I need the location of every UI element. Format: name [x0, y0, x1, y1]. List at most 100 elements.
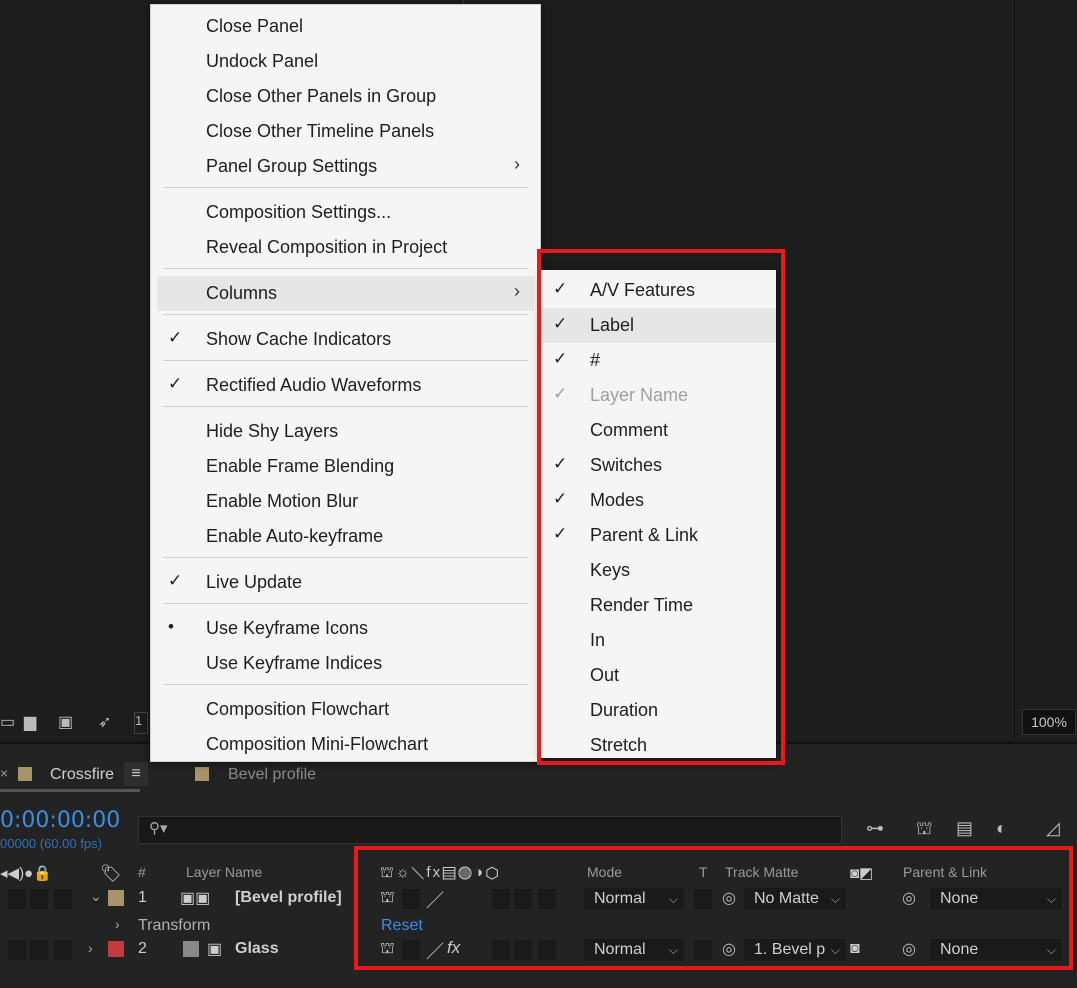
- header-layer-name[interactable]: Layer Name: [186, 864, 262, 880]
- menu-item[interactable]: • Use Keyframe Icons: [151, 611, 540, 646]
- menu-item-label: Enable Motion Blur: [206, 491, 359, 511]
- av-features-header-icons: ◂◀)●🔒: [0, 865, 52, 882]
- layer-name[interactable]: [Bevel profile]: [235, 889, 342, 907]
- menu-item[interactable]: Columns ›: [157, 276, 534, 311]
- menu-item-label: Close Other Panels in Group: [206, 86, 437, 106]
- menu-item[interactable]: Close Other Panels in Group: [151, 79, 540, 114]
- highlight-box-submenu: [537, 249, 785, 765]
- menu-item-label: Undock Panel: [206, 51, 319, 71]
- motion-blur-icon[interactable]: ◐: [996, 818, 1007, 839]
- lock-switch[interactable]: [54, 889, 72, 909]
- highlight-box-columns: [354, 846, 1073, 970]
- chevron-down-icon[interactable]: ⌄: [90, 888, 102, 905]
- layer-name[interactable]: Glass: [235, 940, 279, 958]
- menu-separator: [163, 314, 528, 315]
- menu-item-label: Hide Shy Layers: [206, 421, 339, 441]
- menu-item[interactable]: Enable Auto-keyframe: [151, 519, 540, 554]
- panel-edge: [1014, 0, 1015, 740]
- zoom-level[interactable]: 100%: [1022, 709, 1076, 735]
- menu-item[interactable]: ✓ Live Update: [151, 565, 540, 600]
- menu-separator: [163, 557, 528, 558]
- menu-item-label: Close Panel: [206, 16, 304, 36]
- check-icon: •: [168, 617, 174, 636]
- chevron-right-icon: ›: [514, 154, 520, 174]
- menu-item[interactable]: ✓ Show Cache Indicators: [151, 322, 540, 357]
- video-switch[interactable]: [8, 940, 26, 960]
- transform-label[interactable]: Transform: [138, 917, 210, 935]
- chevron-right-icon: ›: [514, 281, 520, 301]
- menu-item[interactable]: Composition Flowchart: [151, 692, 540, 727]
- audio-switch[interactable]: [30, 889, 48, 909]
- menu-separator: [163, 406, 528, 407]
- menu-item[interactable]: Close Other Timeline Panels: [151, 114, 540, 149]
- layer-number: 1: [138, 889, 147, 906]
- layer-label-swatch[interactable]: [108, 941, 124, 957]
- menu-item-label: Enable Auto-keyframe: [206, 526, 384, 546]
- precomp-icon: ▣▣: [180, 890, 211, 907]
- menu-item-label: Columns: [206, 283, 278, 303]
- menu-item[interactable]: Enable Frame Blending: [151, 449, 540, 484]
- tab-color-swatch: [195, 767, 209, 781]
- menu-separator: [163, 187, 528, 188]
- menu-item-label: Use Keyframe Indices: [206, 653, 383, 673]
- tab-color-swatch: [18, 767, 32, 781]
- menu-separator: [163, 268, 528, 269]
- graph-editor-icon[interactable]: ◿: [1046, 818, 1060, 839]
- chevron-right-icon[interactable]: ›: [115, 916, 120, 932]
- layer-label-swatch[interactable]: [108, 890, 124, 906]
- menu-item-label: Use Keyframe Icons: [206, 618, 369, 638]
- menu-item-label: Reveal Composition in Project: [206, 237, 448, 257]
- lock-switch[interactable]: [54, 940, 72, 960]
- video-switch[interactable]: [8, 889, 26, 909]
- layer-number: 2: [138, 940, 147, 957]
- leaf-icon[interactable]: ➶: [98, 712, 111, 732]
- chevron-right-icon[interactable]: ›: [88, 940, 93, 956]
- active-tab-underline: [0, 789, 140, 792]
- menu-item[interactable]: Composition Settings...: [151, 195, 540, 230]
- check-icon: ✓: [168, 374, 183, 393]
- film-icon[interactable]: ▣: [58, 712, 73, 732]
- menu-separator: [163, 684, 528, 685]
- bit-depth-indicator[interactable]: 1: [134, 712, 148, 734]
- menu-item-label: Composition Mini-Flowchart: [206, 734, 429, 754]
- menu-item-label: Close Other Timeline Panels: [206, 121, 435, 141]
- panel-context-menu: Close Panel Undock Panel Close Other Panel…: [150, 4, 541, 762]
- panel-menu-icon[interactable]: ≡: [124, 762, 148, 786]
- menu-item[interactable]: Enable Motion Blur: [151, 484, 540, 519]
- menu-item[interactable]: Hide Shy Layers: [151, 414, 540, 449]
- search-icon: ⚲▾: [149, 820, 168, 837]
- menu-item-label: Composition Flowchart: [206, 699, 390, 719]
- layer-search-input[interactable]: ⚲▾: [138, 816, 842, 844]
- menu-item[interactable]: Composition Mini-Flowchart: [151, 727, 540, 762]
- flowchart-icon[interactable]: ⊶: [866, 818, 884, 839]
- shy-icon[interactable]: ⛫: [916, 818, 933, 842]
- menu-item[interactable]: Panel Group Settings ›: [151, 149, 540, 184]
- menu-item-label: Panel Group Settings: [206, 156, 378, 176]
- effect-layer-icon: ▣: [207, 941, 223, 958]
- header-number: #: [138, 864, 146, 880]
- check-icon: ✓: [168, 328, 183, 347]
- menu-item[interactable]: ✓ Rectified Audio Waveforms: [151, 368, 540, 403]
- current-time[interactable]: 0:00:00:00: [0, 808, 120, 833]
- menu-item[interactable]: Reveal Composition in Project: [151, 230, 540, 265]
- solid-color-icon: [183, 941, 199, 957]
- frame-rate: 00000 (60.00 fps): [0, 836, 102, 851]
- comment-icon[interactable]: ▭: [0, 712, 15, 732]
- folder-icon[interactable]: ▆: [24, 712, 36, 732]
- close-tab-icon[interactable]: ×: [0, 765, 8, 781]
- menu-item-label: Enable Frame Blending: [206, 456, 395, 476]
- tab-bevel-profile[interactable]: Bevel profile: [228, 766, 316, 784]
- menu-item[interactable]: Use Keyframe Indices: [151, 646, 540, 681]
- menu-item-label: Live Update: [206, 572, 303, 592]
- menu-separator: [163, 360, 528, 361]
- frame-blending-icon[interactable]: ▤: [956, 818, 973, 839]
- menu-item-label: Rectified Audio Waveforms: [206, 375, 422, 395]
- audio-switch[interactable]: [30, 940, 48, 960]
- label-column-icon: 🏷: [100, 864, 122, 883]
- menu-separator: [163, 603, 528, 604]
- menu-item[interactable]: Undock Panel: [151, 44, 540, 79]
- menu-item[interactable]: Close Panel: [151, 9, 540, 44]
- menu-item-label: Show Cache Indicators: [206, 329, 392, 349]
- tab-crossfire[interactable]: Crossfire: [50, 766, 114, 784]
- menu-item-label: Composition Settings...: [206, 202, 392, 222]
